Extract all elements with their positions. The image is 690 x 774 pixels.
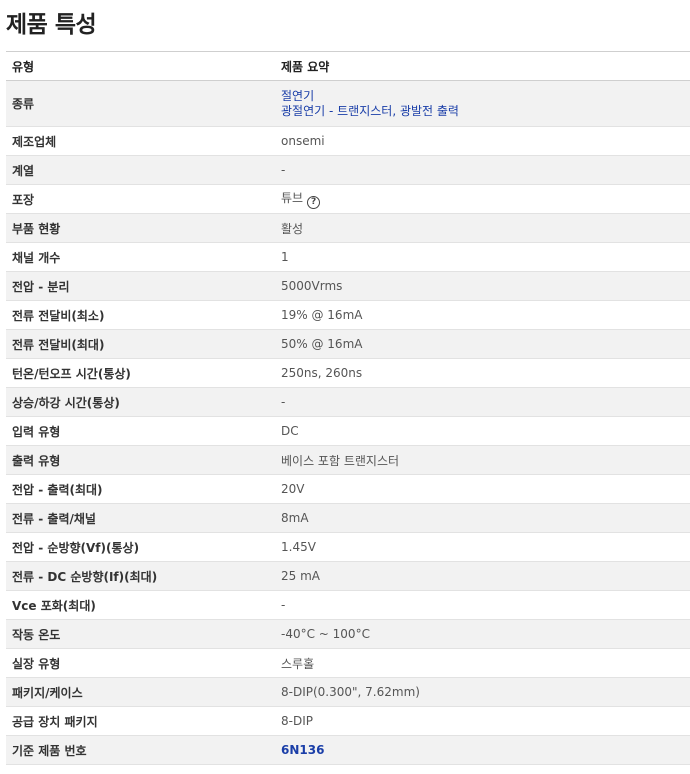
table-row-manufacturer: 제조업체 onsemi: [6, 126, 690, 156]
row-label: 종류: [6, 80, 275, 127]
row-value: 25 mA: [275, 561, 690, 591]
row-label: 채널 개수: [6, 242, 275, 272]
row-value: 1: [275, 242, 690, 272]
row-label: 전압 - 분리: [6, 271, 275, 301]
row-value: 1.45V: [275, 532, 690, 562]
table-row-operating-temperature: 작동 온도 -40°C ~ 100°C: [6, 619, 690, 649]
row-label: 계열: [6, 155, 275, 185]
page-title: 제품 특성: [6, 12, 97, 38]
table-row-part-status: 부품 현황 활성: [6, 213, 690, 243]
row-label: 작동 온도: [6, 619, 275, 649]
row-label: 포장: [6, 184, 275, 214]
row-label: 공급 장치 패키지: [6, 706, 275, 736]
row-value: 20V: [275, 474, 690, 504]
table-row-voltage-isolation: 전압 - 분리 5000Vrms: [6, 271, 690, 301]
row-label: 턴온/턴오프 시간(통상): [6, 358, 275, 388]
base-product-number-link[interactable]: 6N136: [281, 743, 324, 757]
table-row-current-dc-forward: 전류 - DC 순방향(If)(최대) 25 mA: [6, 561, 690, 591]
table-row-voltage-forward: 전압 - 순방향(Vf)(통상) 1.45V: [6, 532, 690, 562]
row-value: -: [275, 155, 690, 185]
row-value: -40°C ~ 100°C: [275, 619, 690, 649]
row-value: -: [275, 387, 690, 417]
row-label: 전류 전달비(최소): [6, 300, 275, 330]
column-header-summary: 제품 요약: [275, 51, 690, 81]
row-label: 전류 전달비(최대): [6, 329, 275, 359]
row-value: -: [275, 590, 690, 620]
table-row-base-product-number: 기준 제품 번호 6N136: [6, 735, 690, 765]
table-row-category: 종류 절연기 광절연기 - 트랜지스터, 광발전 출력: [6, 80, 690, 127]
table-row-voltage-output-max: 전압 - 출력(최대) 20V: [6, 474, 690, 504]
table-row-input-type: 입력 유형 DC: [6, 416, 690, 446]
row-label: 부품 현황: [6, 213, 275, 243]
row-label: Vce 포화(최대): [6, 590, 275, 620]
row-label: 입력 유형: [6, 416, 275, 446]
row-value: 절연기 광절연기 - 트랜지스터, 광발전 출력: [275, 80, 690, 127]
table-row-series: 계열 -: [6, 155, 690, 185]
row-label: 전압 - 출력(최대): [6, 474, 275, 504]
table-row-turn-on-off-time: 턴온/턴오프 시간(통상) 250ns, 260ns: [6, 358, 690, 388]
row-label: 제조업체: [6, 126, 275, 156]
row-value: 스루홀: [275, 648, 690, 678]
row-value: 250ns, 260ns: [275, 358, 690, 388]
product-attributes-table: 유형 제품 요약 종류 절연기 광절연기 - 트랜지스터, 광발전 출력 제조업…: [6, 51, 690, 765]
table-row-rise-fall-time: 상승/하강 시간(통상) -: [6, 387, 690, 417]
category-link-isolator[interactable]: 절연기: [281, 89, 684, 104]
row-value: 8mA: [275, 503, 690, 533]
row-label: 전류 - 출력/채널: [6, 503, 275, 533]
row-value: 8-DIP: [275, 706, 690, 736]
row-label: 실장 유형: [6, 648, 275, 678]
row-value: 6N136: [275, 735, 690, 765]
row-label: 전류 - DC 순방향(If)(최대): [6, 561, 275, 591]
row-label: 패키지/케이스: [6, 677, 275, 707]
table-row-supplier-package: 공급 장치 패키지 8-DIP: [6, 706, 690, 736]
row-value: 베이스 포함 트랜지스터: [275, 445, 690, 475]
table-row-mounting-type: 실장 유형 스루홀: [6, 648, 690, 678]
category-link-optoisolator[interactable]: 광절연기 - 트랜지스터, 광발전 출력: [281, 104, 684, 119]
packaging-value: 튜브: [281, 191, 304, 205]
row-value: 5000Vrms: [275, 271, 690, 301]
table-header-row: 유형 제품 요약: [6, 51, 690, 81]
row-value: 19% @ 16mA: [275, 300, 690, 330]
column-header-type: 유형: [6, 51, 275, 81]
table-row-channel-count: 채널 개수 1: [6, 242, 690, 272]
table-row-packaging: 포장 튜브?: [6, 184, 690, 214]
row-label: 상승/하강 시간(통상): [6, 387, 275, 417]
row-label: 출력 유형: [6, 445, 275, 475]
table-row-vce-saturation: Vce 포화(최대) -: [6, 590, 690, 620]
row-value: 활성: [275, 213, 690, 243]
row-value: onsemi: [275, 126, 690, 156]
row-value: DC: [275, 416, 690, 446]
row-value: 50% @ 16mA: [275, 329, 690, 359]
table-row-package-case: 패키지/케이스 8-DIP(0.300", 7.62mm): [6, 677, 690, 707]
help-circle-icon[interactable]: ?: [307, 196, 321, 209]
row-value: 8-DIP(0.300", 7.62mm): [275, 677, 690, 707]
row-label: 기준 제품 번호: [6, 735, 275, 765]
row-label: 전압 - 순방향(Vf)(통상): [6, 532, 275, 562]
table-row-current-output-channel: 전류 - 출력/채널 8mA: [6, 503, 690, 533]
table-row-ctr-max: 전류 전달비(최대) 50% @ 16mA: [6, 329, 690, 359]
table-row-output-type: 출력 유형 베이스 포함 트랜지스터: [6, 445, 690, 475]
table-row-ctr-min: 전류 전달비(최소) 19% @ 16mA: [6, 300, 690, 330]
row-value: 튜브?: [275, 184, 690, 214]
